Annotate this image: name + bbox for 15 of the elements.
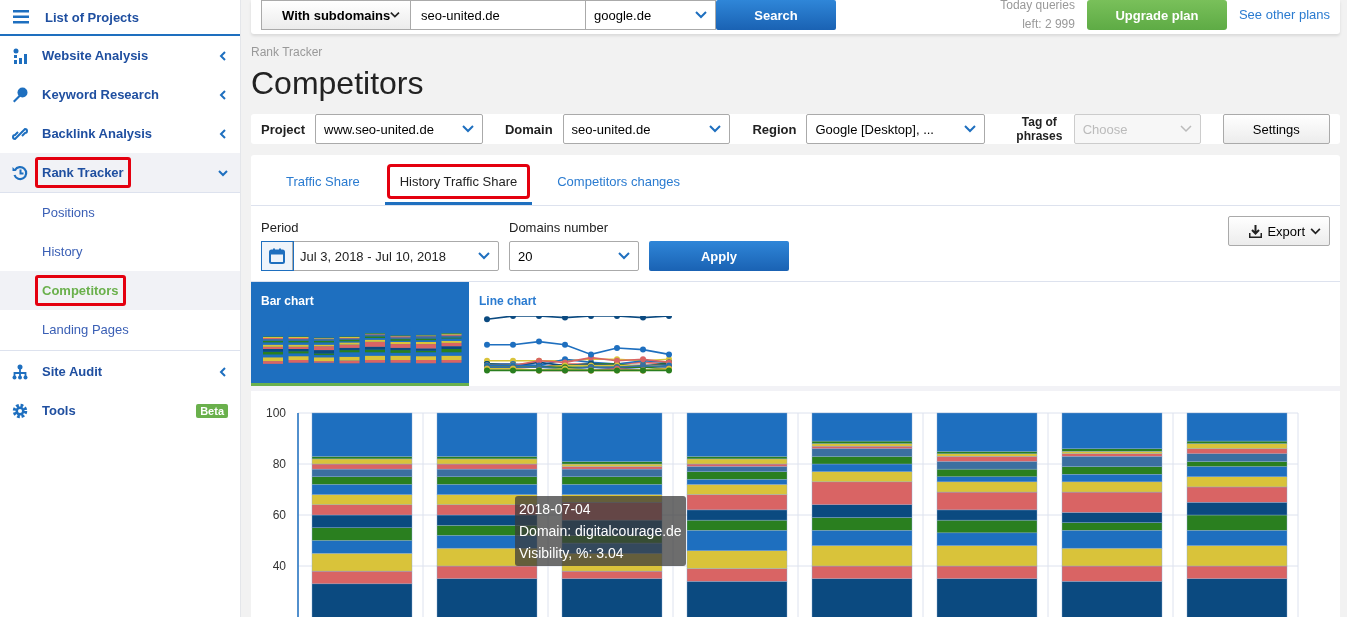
y-axis-label: 80 bbox=[272, 457, 286, 471]
queries-left-text: Today queries left: 2 999 bbox=[1000, 0, 1075, 33]
y-axis-label: 100 bbox=[265, 406, 286, 420]
y-axis-label: 40 bbox=[272, 559, 286, 573]
domains-number-label: Domains number bbox=[509, 220, 609, 235]
y-axis-label: 60 bbox=[272, 508, 286, 522]
filter-label: Tag of phrases bbox=[1015, 115, 1064, 143]
filter-label: Region bbox=[752, 121, 797, 137]
filter-label: Domain bbox=[504, 121, 553, 137]
breadcrumb: Rank Tracker bbox=[251, 45, 324, 59]
filter-label: Project bbox=[261, 121, 306, 137]
chart-tooltip: 2018-07-04 Domain: digitalcourage.de Visibility, %: 3.04 bbox=[515, 496, 686, 566]
beta-badge: Beta bbox=[196, 403, 228, 418]
period-label: Period bbox=[261, 220, 300, 235]
page-title: Competitors bbox=[251, 65, 425, 102]
